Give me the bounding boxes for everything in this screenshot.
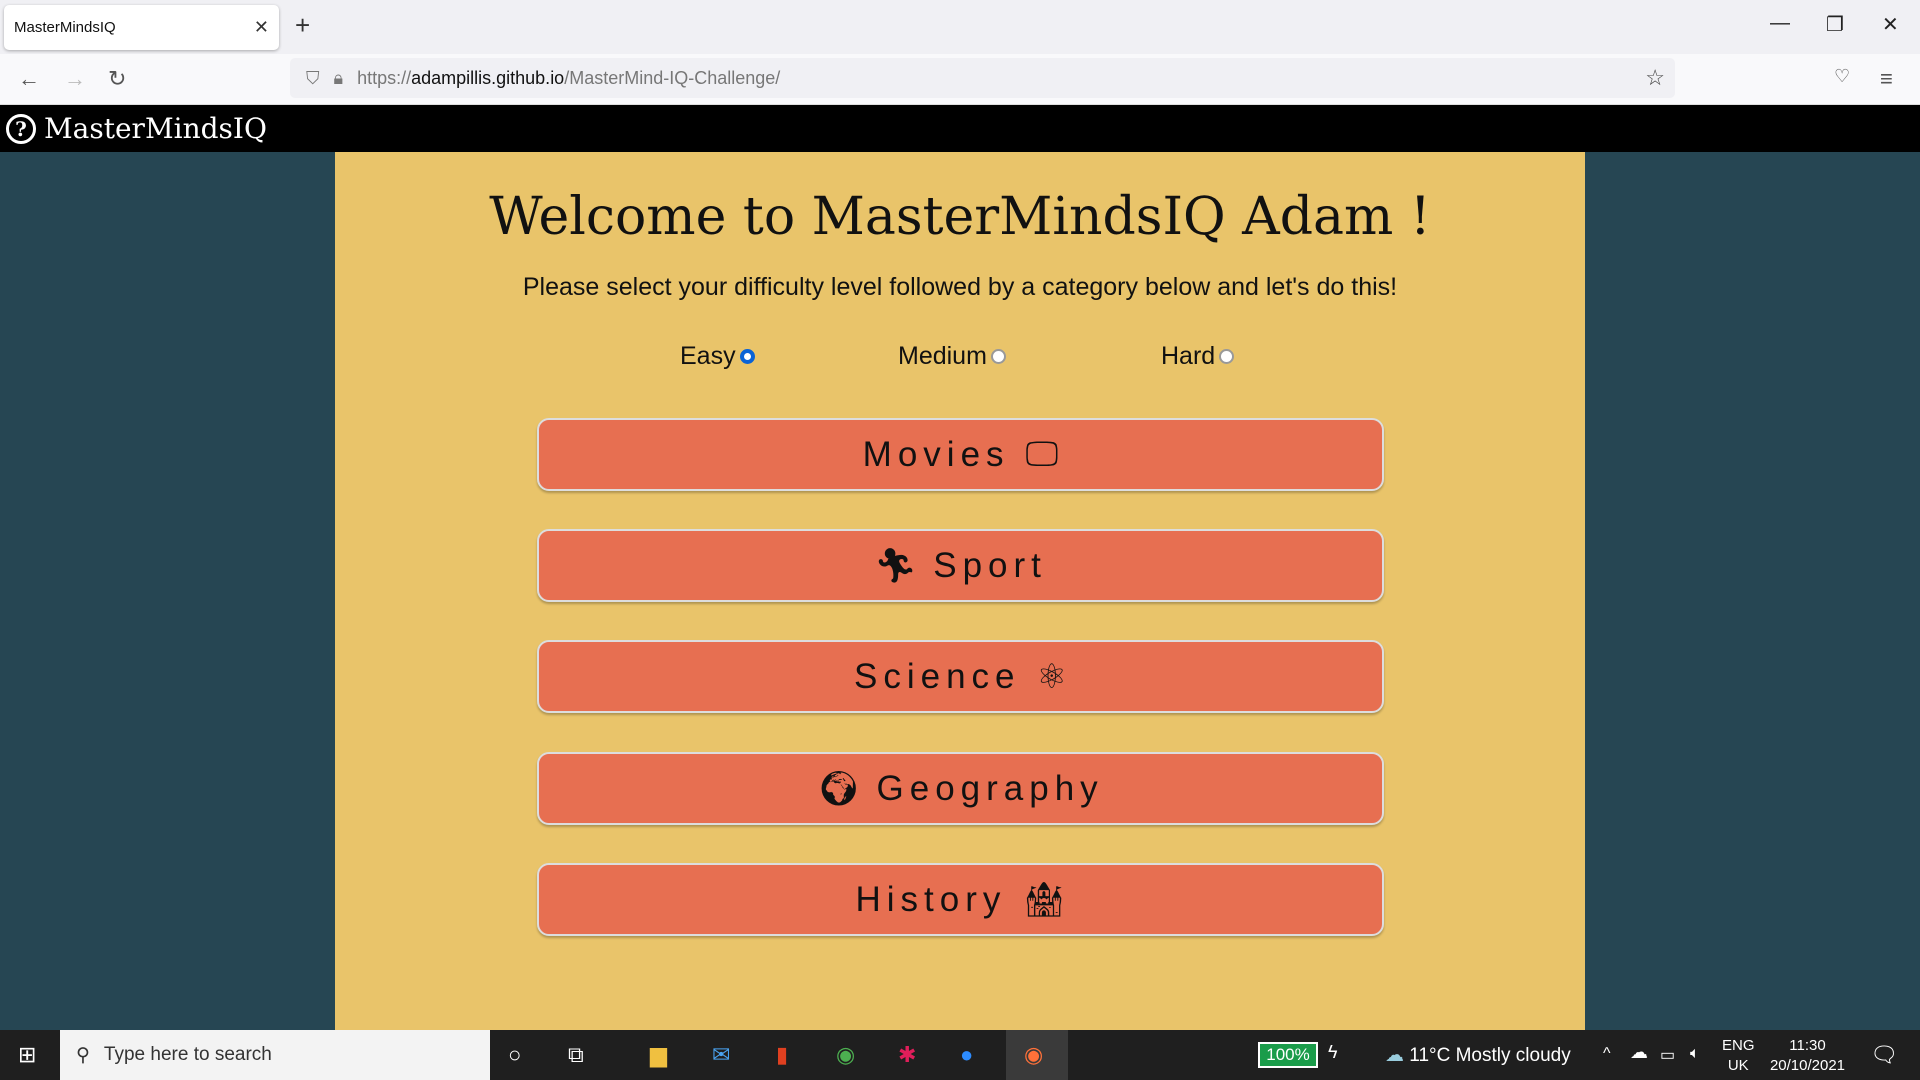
power-icon[interactable]: ▭ xyxy=(1660,1045,1675,1065)
back-icon[interactable]: ← xyxy=(18,66,40,92)
category-geography-button[interactable]: 🌍︎ Geography xyxy=(537,752,1384,825)
category-label: Geography xyxy=(876,768,1104,808)
cortana-icon[interactable]: ○ xyxy=(508,1042,521,1068)
onedrive-icon[interactable]: ☁ xyxy=(1630,1042,1648,1063)
weather-text: 11°C Mostly cloudy xyxy=(1409,1045,1571,1066)
browser-tab-bar xyxy=(0,0,1920,54)
category-label: Science xyxy=(853,656,1021,696)
firefox-icon: ◉ xyxy=(1024,1042,1044,1067)
tray-chevron-icon[interactable]: ^ xyxy=(1603,1045,1611,1063)
category-science-button[interactable]: Science ⚛ xyxy=(537,640,1384,713)
radio-easy[interactable] xyxy=(739,349,755,364)
category-sport-button[interactable]: 🏃︎ Sport xyxy=(537,529,1384,602)
battery-indicator[interactable]: 100% xyxy=(1258,1042,1318,1068)
page-title: Welcome to MasterMindsIQ Adam ! xyxy=(489,187,1431,247)
new-tab-icon[interactable]: + xyxy=(295,10,310,41)
page-subtitle: Please select your difficulty level foll… xyxy=(522,273,1398,301)
category-movies-button[interactable]: Movies 🖵 xyxy=(537,418,1384,491)
browser-tab[interactable]: MasterMindsIQ ✕ xyxy=(4,5,279,50)
reload-icon[interactable]: ↻ xyxy=(108,66,126,92)
difficulty-label: Easy xyxy=(680,342,736,370)
site-header: ? MasterMindsIQ xyxy=(0,105,1920,152)
weather-widget[interactable]: ☁ 11°C Mostly cloudy xyxy=(1385,1044,1571,1067)
taskbar-search[interactable]: ⚲ Type here to search xyxy=(60,1030,490,1080)
minimize-icon[interactable]: — xyxy=(1770,12,1790,35)
taskbar: ⊞ ⚲ Type here to search ○ ⧉ ▆ ✉ ▮ ◉ ✱ ● ◉… xyxy=(0,1030,1920,1080)
lang-region: UK xyxy=(1727,1057,1749,1074)
clock[interactable]: 11:30 20/10/2021 xyxy=(1765,1036,1850,1076)
difficulty-medium[interactable]: Medium xyxy=(898,342,1006,371)
brand-name[interactable]: MasterMindsIQ xyxy=(44,112,267,145)
date: 20/10/2021 xyxy=(1769,1057,1846,1074)
category-label: History xyxy=(855,879,1007,919)
url-path: /MasterMind-IQ-Challenge/ xyxy=(564,67,781,88)
zoom-icon[interactable]: ● xyxy=(960,1042,973,1068)
tv-icon: 🖵 xyxy=(1025,435,1059,473)
search-placeholder: Type here to search xyxy=(103,1044,272,1065)
url-prefix: https:// xyxy=(357,67,412,88)
restore-icon[interactable]: ❐ xyxy=(1826,12,1844,37)
difficulty-hard[interactable]: Hard xyxy=(1161,342,1235,371)
category-label: Movies xyxy=(862,434,1010,474)
difficulty-easy[interactable]: Easy xyxy=(680,342,755,371)
radio-medium[interactable] xyxy=(990,349,1006,364)
atom-icon: ⚛ xyxy=(1036,657,1067,696)
cloud-icon: ☁ xyxy=(1385,1045,1410,1066)
notifications-icon[interactable]: 🗨︎ xyxy=(1870,1042,1898,1068)
pocket-icon[interactable]: ♡ xyxy=(1834,66,1850,87)
windows-start-icon[interactable]: ⊞ xyxy=(18,1042,36,1068)
running-icon: 🏃︎ xyxy=(874,546,918,585)
forward-icon[interactable]: → xyxy=(64,66,86,92)
question-circle-icon: ? xyxy=(6,113,36,144)
difficulty-label: Medium xyxy=(898,342,987,370)
charging-icon: ϟ xyxy=(1328,1042,1338,1062)
chrome-icon[interactable]: ◉ xyxy=(836,1042,855,1068)
url-bar[interactable]: ⛉ 🔒︎ https://adampillis.github.io/MasterM… xyxy=(290,58,1675,98)
menu-icon[interactable]: ≡ xyxy=(1880,66,1893,92)
category-history-button[interactable]: History 🏰︎ xyxy=(537,863,1384,936)
time: 11:30 xyxy=(1789,1037,1826,1054)
tab-title: MasterMindsIQ xyxy=(14,19,116,36)
lang-code: ENG xyxy=(1722,1037,1755,1054)
slack-icon[interactable]: ✱ xyxy=(898,1042,916,1068)
lock-icon: 🔒︎ xyxy=(333,67,344,88)
bookmark-star-icon[interactable]: ☆ xyxy=(1645,65,1665,91)
main-panel: Welcome to MasterMindsIQ Adam ! Please s… xyxy=(335,152,1585,1030)
difficulty-label: Hard xyxy=(1161,342,1216,370)
firefox-taskbar-item[interactable]: ◉ xyxy=(1006,1030,1068,1080)
language-indicator[interactable]: ENG UK xyxy=(1722,1036,1755,1076)
category-label: Sport xyxy=(933,545,1047,585)
url-text: https://adampillis.github.io/MasterMind-… xyxy=(357,68,780,89)
volume-icon[interactable]: 🔈︎ xyxy=(1690,1045,1700,1063)
globe-icon: 🌍︎ xyxy=(817,769,861,808)
close-window-icon[interactable]: ✕ xyxy=(1882,12,1899,37)
shield-icon: ⛉ xyxy=(306,67,320,88)
mail-icon[interactable]: ✉ xyxy=(712,1042,730,1068)
task-view-icon[interactable]: ⧉ xyxy=(568,1042,584,1068)
url-host: adampillis.github.io xyxy=(411,67,565,88)
search-icon: ⚲ xyxy=(76,1044,90,1066)
office-icon[interactable]: ▮ xyxy=(776,1042,788,1068)
close-tab-icon[interactable]: ✕ xyxy=(254,17,269,38)
file-explorer-icon[interactable]: ▆ xyxy=(650,1042,667,1068)
radio-hard[interactable] xyxy=(1219,349,1235,364)
castle-icon: 🏰︎ xyxy=(1022,880,1066,919)
